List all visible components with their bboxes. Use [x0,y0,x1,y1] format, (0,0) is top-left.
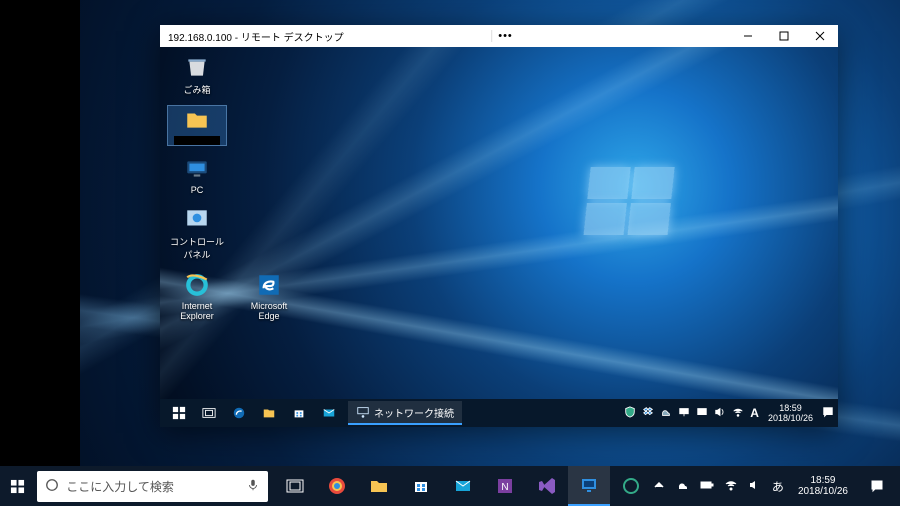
desktop-icon-ie[interactable]: Internet Explorer [168,271,226,321]
remote-clock[interactable]: 18:59 2018/10/26 [765,403,816,423]
tray-shield-icon[interactable] [624,406,636,421]
host-clock[interactable]: 18:59 2018/10/26 [794,475,852,497]
tray-network-icon[interactable] [678,406,690,421]
visualstudio-icon[interactable] [526,466,568,506]
cortana-icon [45,478,59,495]
volume-icon[interactable] [748,478,762,495]
minimize-button[interactable] [730,25,766,47]
icon-label: コントロール パネル [168,235,226,261]
ime-icon[interactable]: あ [772,478,784,495]
icon-label: Microsoft Edge [240,301,298,321]
remote-desktop-body[interactable]: ごみ箱 PC コントロール パネル [160,47,838,399]
desktop-icon-control-panel[interactable]: コントロール パネル [168,205,226,261]
host-black-strip [0,0,80,466]
tray-onedrive-icon[interactable] [660,406,672,421]
close-button[interactable] [802,25,838,47]
icon-label: PC [191,185,204,195]
misc-icon[interactable] [610,466,652,506]
running-label: ネットワーク接続 [374,405,454,420]
remote-desktop-icon[interactable] [568,466,610,506]
tray-dropbox-icon[interactable] [642,406,654,421]
icon-label [174,136,220,145]
taskview-icon[interactable] [194,399,224,427]
remote-running-network[interactable]: ネットワーク接続 [348,401,462,425]
search-placeholder: ここに入力して検索 [66,478,174,495]
folder-icon [183,106,211,134]
ie-icon [183,271,211,299]
onedrive-icon[interactable] [676,478,690,495]
onenote-icon[interactable]: N [484,466,526,506]
recycle-bin-icon [183,53,211,81]
microphone-icon[interactable] [246,478,260,495]
more-icon[interactable]: ••• [498,30,513,42]
battery-icon[interactable] [700,478,714,495]
desktop-icon-recycle-bin[interactable]: ごみ箱 [168,53,226,96]
tray-volume-icon[interactable] [714,406,726,421]
search-input[interactable]: ここに入力して検索 [37,471,268,502]
wifi-icon[interactable] [724,478,738,495]
remote-desktop-window: 192.168.0.100 - リモート デスクトップ ••• ごみ箱 [160,25,838,427]
desktop-icon-folder[interactable] [168,106,226,145]
rdp-title: 192.168.0.100 - リモート デスクトップ [168,29,344,44]
maximize-button[interactable] [766,25,802,47]
control-panel-icon [183,205,211,233]
explorer-icon[interactable] [358,466,400,506]
mail-icon[interactable] [442,466,484,506]
remote-pinned-mail[interactable] [314,399,344,427]
chrome-icon[interactable] [316,466,358,506]
svg-text:N: N [501,482,508,493]
taskview-icon[interactable] [274,466,316,506]
desktop-icon-edge[interactable]: Microsoft Edge [240,271,298,321]
tray-monitor-icon[interactable] [696,406,708,421]
host-start-button[interactable] [0,466,35,506]
remote-start-button[interactable] [164,399,194,427]
rdp-titlebar[interactable]: 192.168.0.100 - リモート デスクトップ ••• [160,25,838,47]
windows-logo [583,167,676,237]
store-icon[interactable] [400,466,442,506]
ime-indicator[interactable]: A [750,406,759,420]
chevron-up-icon[interactable] [652,478,666,495]
remote-pinned-store[interactable] [284,399,314,427]
remote-taskbar: ネットワーク接続 A 18:59 2018/10/26 [160,399,838,427]
remote-pinned-explorer[interactable] [254,399,284,427]
action-center-icon[interactable] [822,406,834,421]
icon-label: Internet Explorer [168,301,226,321]
icon-label: ごみ箱 [183,83,210,96]
remote-pinned-edge[interactable] [224,399,254,427]
pc-icon [183,155,211,183]
host-taskbar: ここに入力して検索 N あ 18:59 2018/10/26 [0,466,900,506]
desktop-icon-pc[interactable]: PC [168,155,226,195]
tray-wifi-icon[interactable] [732,406,744,421]
edge-icon [255,271,283,299]
action-center-icon[interactable] [862,466,892,506]
